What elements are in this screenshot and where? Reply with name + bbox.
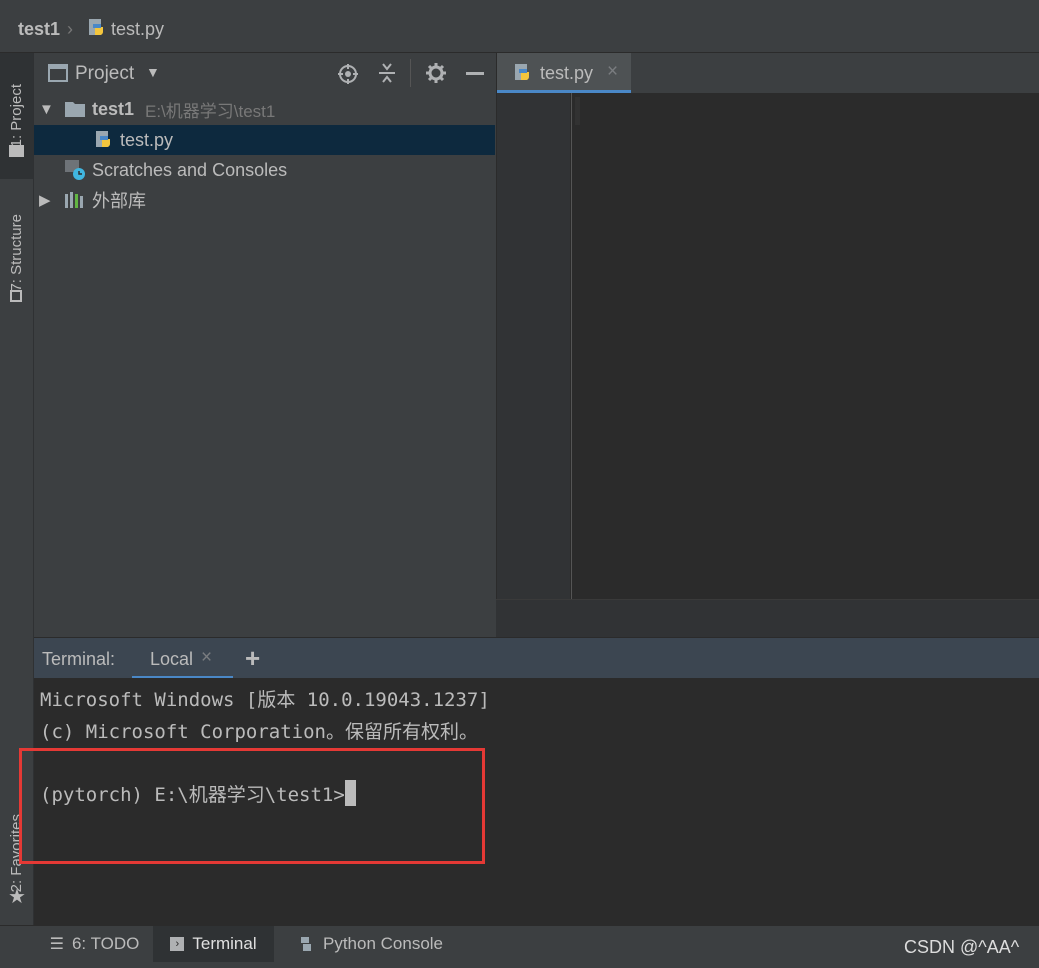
tree-external-libs-row[interactable]: ▶ 外部库 xyxy=(34,185,495,215)
project-panel-header: Project ▼ xyxy=(34,53,495,93)
divider xyxy=(410,59,411,87)
chevron-right-icon: › xyxy=(67,19,73,39)
terminal-line: Microsoft Windows [版本 10.0.19043.1237] xyxy=(40,689,490,711)
minimize-icon[interactable] xyxy=(466,72,484,75)
tab-terminal-label: Terminal xyxy=(192,934,257,953)
tree-file-row[interactable]: test.py xyxy=(34,125,495,155)
gear-icon[interactable] xyxy=(425,62,447,84)
breadcrumb-file[interactable]: test.py xyxy=(111,19,164,40)
project-panel-title[interactable]: Project xyxy=(75,63,134,85)
structure-icon xyxy=(10,290,22,302)
terminal-line: (c) Microsoft Corporation。保留所有权利。 xyxy=(40,721,478,743)
watermark: CSDN @^AA^ xyxy=(904,937,1020,957)
close-icon[interactable]: × xyxy=(201,647,212,669)
tab-python-console[interactable]: Python Console xyxy=(285,926,455,962)
highlight-box xyxy=(19,748,485,864)
tab-todo-label: 6: TODO xyxy=(71,934,140,953)
expand-arrow-icon[interactable]: ▼ xyxy=(39,101,54,118)
editor-gutter xyxy=(497,93,570,599)
terminal-icon: › xyxy=(170,937,185,951)
project-view-icon xyxy=(48,64,68,82)
tree-scratches-row[interactable]: Scratches and Consoles xyxy=(34,155,495,185)
close-icon[interactable]: × xyxy=(607,61,618,83)
tab-python-console-label: Python Console xyxy=(322,934,444,953)
terminal-header: Terminal: Local × + xyxy=(34,637,1039,679)
caret-line xyxy=(575,97,580,125)
gutter-divider xyxy=(571,93,572,599)
breadcrumb-project[interactable]: test1 xyxy=(18,19,60,40)
code-editor[interactable] xyxy=(496,93,1039,599)
folder-icon xyxy=(9,145,24,157)
terminal-title: Terminal: xyxy=(42,649,116,669)
tab-structure-label: 7: Structure xyxy=(8,214,25,292)
tab-project[interactable]: 1: Project xyxy=(0,53,33,179)
editor-footer xyxy=(496,599,1039,637)
list-icon: ☰ xyxy=(49,936,64,953)
python-file-icon xyxy=(89,19,103,35)
tree-external-libs-label: 外部库 xyxy=(92,191,146,211)
python-file-icon xyxy=(96,131,110,147)
project-tree: ▼ test1 E:\机器学习\test1 test.py Scratches … xyxy=(34,93,495,636)
tab-todo[interactable]: ☰ 6: TODO xyxy=(37,926,152,962)
tab-terminal[interactable]: › Terminal xyxy=(153,926,274,962)
terminal-tab-local[interactable]: Local × xyxy=(132,638,233,679)
python-icon xyxy=(300,937,311,951)
scratches-icon xyxy=(65,160,85,180)
locate-icon[interactable] xyxy=(337,63,359,85)
collapse-arrow-icon[interactable]: ▶ xyxy=(39,191,51,209)
python-file-icon xyxy=(515,64,529,80)
library-icon xyxy=(65,192,83,208)
tree-scratches-label: Scratches and Consoles xyxy=(92,159,288,180)
tree-file-name: test.py xyxy=(120,129,174,150)
terminal-tab-label: Local xyxy=(150,649,194,669)
navigation-bar: test1 › test.py xyxy=(0,0,1039,53)
tab-project-label: 1: Project xyxy=(8,84,25,148)
bottom-tool-bar: ☰ 6: TODO › Terminal Python Console CSDN… xyxy=(0,925,1039,968)
editor-tab-test-py[interactable]: test.py × xyxy=(497,53,631,93)
editor-tab-label: test.py xyxy=(540,63,594,83)
chevron-down-icon[interactable]: ▼ xyxy=(146,64,160,80)
editor-tab-bar: test.py × xyxy=(496,53,1039,93)
folder-icon xyxy=(65,102,85,117)
star-icon: ★ xyxy=(8,886,26,908)
collapse-all-icon[interactable] xyxy=(376,62,398,84)
add-tab-icon[interactable]: + xyxy=(245,643,260,674)
tree-root-name: test1 xyxy=(92,98,135,119)
tree-root-row[interactable]: ▼ test1 E:\机器学习\test1 xyxy=(34,94,495,124)
tree-root-path: E:\机器学习\test1 xyxy=(145,101,276,121)
